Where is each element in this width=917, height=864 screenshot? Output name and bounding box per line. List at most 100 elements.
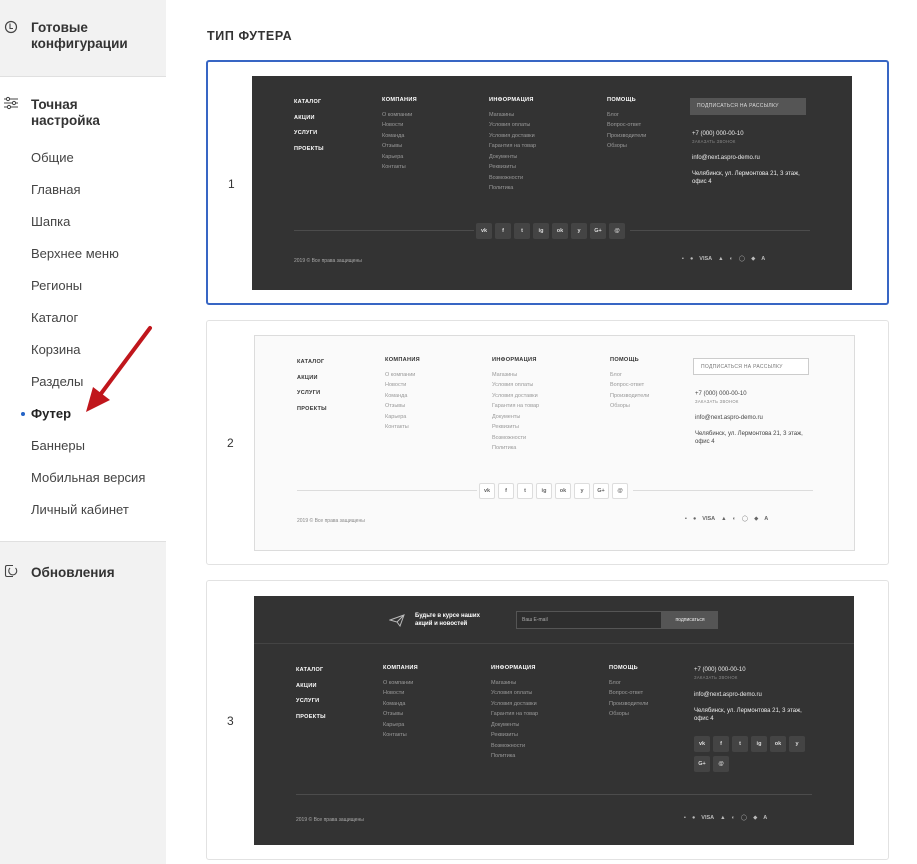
payment-icon: ◯ bbox=[740, 815, 748, 821]
preview-link: Политика bbox=[492, 445, 517, 451]
preview-callback: ЗАКАЗАТЬ ЗВОНОК bbox=[695, 399, 739, 404]
sidebar-item-cart[interactable]: Корзина bbox=[31, 342, 81, 358]
preview-link: Политика bbox=[491, 753, 516, 759]
preview-link: Возможности bbox=[491, 742, 526, 749]
preview-col-title: ИНФОРМАЦИЯ bbox=[492, 357, 537, 363]
preview-payment-icons: ▪ ● VISA ▲ ◐ ◯ ◆ A bbox=[682, 256, 765, 262]
visa-icon: VISA bbox=[702, 516, 716, 522]
preview-callback: ЗАКАЗАТЬ ЗВОНОК bbox=[692, 139, 736, 144]
payment-icon: ◯ bbox=[741, 516, 749, 522]
preview-link: Контакты bbox=[382, 164, 406, 170]
sidebar-item-regions[interactable]: Регионы bbox=[31, 278, 82, 294]
sidebar-item-catalog[interactable]: Каталог bbox=[31, 310, 78, 326]
preview-divider bbox=[296, 794, 812, 795]
preview-link: Магазины bbox=[492, 371, 518, 378]
card-number: 1 bbox=[228, 177, 235, 191]
preview-help-col: ПОМОЩЬ Блог Вопрос-ответ Производители О… bbox=[610, 355, 649, 412]
google-plus-icon: G+ bbox=[590, 223, 606, 239]
sidebar-item-header[interactable]: Шапка bbox=[31, 214, 70, 230]
preview-link: Возможности bbox=[489, 174, 524, 181]
mail-icon: @ bbox=[713, 756, 729, 772]
preview-link: Магазины bbox=[489, 111, 515, 118]
fine-tuning-label[interactable]: Точная настройка bbox=[31, 97, 141, 129]
preview-callback: ЗАКАЗАТЬ ЗВОНОК bbox=[694, 675, 738, 680]
preview-divider bbox=[294, 230, 474, 231]
preview-link: Документы bbox=[489, 153, 518, 160]
footer-type-card-1[interactable]: 1 КАТАЛОГ АКЦИИ УСЛУГИ ПРОЕКТЫ КОМПАНИЯ … bbox=[206, 60, 889, 305]
sidebar-item-mobile[interactable]: Мобильная версия bbox=[31, 470, 145, 486]
preview-address: Челябинск, ул. Лермонтова 21, 3 этаж, оф… bbox=[692, 171, 800, 185]
preview-link: Реквизиты bbox=[492, 424, 519, 430]
preview-social-icons: vk f t ig ok y G+ @ bbox=[476, 223, 625, 239]
preview-link: Вопрос-ответ bbox=[610, 382, 645, 388]
preview-link: Обзоры bbox=[610, 403, 630, 409]
payment-icon: ▪ bbox=[684, 815, 686, 821]
preview-link: УСЛУГИ bbox=[294, 130, 318, 136]
preview-link: Команда bbox=[385, 392, 408, 399]
preview-address: Челябинск, ул. Лермонтова 21, 3 этаж, оф… bbox=[694, 708, 802, 722]
payment-icon: ▪ bbox=[682, 256, 684, 262]
footer-type-card-2[interactable]: 2 КАТАЛОГ АКЦИИ УСЛУГИ ПРОЕКТЫ КОМПАНИЯ … bbox=[206, 320, 889, 565]
preview-link: Вопрос-ответ bbox=[607, 122, 642, 128]
twitter-icon: t bbox=[732, 736, 748, 752]
preview-email: info@next.aspro-demo.ru bbox=[695, 415, 763, 421]
preview-link: Условия оплаты bbox=[492, 382, 534, 388]
payment-icon: ◯ bbox=[738, 256, 746, 262]
sidebar-item-general[interactable]: Общие bbox=[31, 150, 74, 166]
preview-phone: +7 (000) 000-00-10 ЗАКАЗАТЬ ЗВОНОК bbox=[692, 130, 812, 146]
payment-icon: ● bbox=[691, 815, 696, 821]
payment-icon: ▲ bbox=[720, 815, 726, 821]
facebook-icon: f bbox=[495, 223, 511, 239]
preview-subscribe-button: подписаться bbox=[662, 611, 718, 629]
preview-link: Команда bbox=[382, 132, 405, 139]
preview-link: Условия доставки bbox=[489, 132, 535, 139]
preview-link: УСЛУГИ bbox=[297, 390, 321, 396]
sidebar-item-banners[interactable]: Баннеры bbox=[31, 438, 85, 454]
preview-link: О компании bbox=[383, 679, 414, 686]
preview-col-title: ИНФОРМАЦИЯ bbox=[489, 97, 534, 103]
sidebar-item-account[interactable]: Личный кабинет bbox=[31, 502, 129, 518]
preview-link: Обзоры bbox=[609, 711, 629, 717]
instagram-icon: ig bbox=[533, 223, 549, 239]
preview-main-links: КАТАЛОГ АКЦИИ УСЛУГИ ПРОЕКТЫ bbox=[294, 95, 324, 157]
preview-payment-icons: ▪ ● VISA ▲ ◐ ◯ ◆ A bbox=[684, 815, 767, 821]
footer-preview-3: Будьте в курсе наших акций и новостей Ва… bbox=[254, 596, 854, 845]
payment-icon: A bbox=[761, 256, 766, 262]
sidebar-item-sections[interactable]: Разделы bbox=[31, 374, 83, 390]
payment-icon: ▲ bbox=[718, 256, 724, 262]
preview-copyright: 2019 © Все права защищены bbox=[296, 817, 364, 823]
payment-icon: ◐ bbox=[731, 815, 735, 821]
google-plus-icon: G+ bbox=[593, 483, 609, 499]
preview-link: Отзывы bbox=[385, 403, 406, 409]
preview-link: О компании bbox=[385, 371, 416, 378]
preview-col-title: КОМПАНИЯ bbox=[382, 97, 417, 103]
preview-link: Обзоры bbox=[607, 143, 627, 149]
visa-icon: VISA bbox=[699, 256, 713, 262]
preview-phone-text: +7 (000) 000-00-10 bbox=[695, 391, 747, 397]
sidebar-item-top-menu[interactable]: Верхнее меню bbox=[31, 246, 119, 262]
sidebar-section-updates[interactable]: Обновления bbox=[0, 541, 166, 864]
sidebar-item-footer[interactable]: Футер bbox=[31, 406, 71, 422]
updates-label: Обновления bbox=[31, 565, 115, 580]
mail-icon: @ bbox=[612, 483, 628, 499]
payment-icon: ● bbox=[689, 256, 694, 262]
preview-divider bbox=[630, 230, 810, 231]
footer-type-card-3[interactable]: 3 Будьте в курсе наших акций и новостей … bbox=[206, 580, 889, 860]
payment-icon: A bbox=[764, 516, 769, 522]
preview-help-col: ПОМОЩЬ Блог Вопрос-ответ Производители О… bbox=[609, 663, 648, 720]
payment-icon: ◆ bbox=[751, 256, 756, 262]
preview-link: Новости bbox=[383, 690, 405, 696]
sidebar-section-ready-configs[interactable]: Готовые конфигурации bbox=[0, 0, 166, 77]
sidebar-section-fine-tuning: Точная настройка Общие Главная Шапка Вер… bbox=[0, 77, 166, 541]
preview-info-col: ИНФОРМАЦИЯ Магазины Условия оплаты Услов… bbox=[492, 355, 539, 454]
preview-link: Условия оплаты bbox=[491, 690, 533, 696]
preview-link: Условия доставки bbox=[492, 392, 538, 399]
preview-link: Реквизиты bbox=[489, 164, 516, 170]
vk-icon: vk bbox=[479, 483, 495, 499]
preview-link: Производители bbox=[609, 700, 649, 707]
payment-icon: ▪ bbox=[685, 516, 687, 522]
sidebar-item-main[interactable]: Главная bbox=[31, 182, 80, 198]
preview-link: Отзывы bbox=[383, 711, 404, 717]
footer-preview-1: КАТАЛОГ АКЦИИ УСЛУГИ ПРОЕКТЫ КОМПАНИЯ О … bbox=[252, 76, 852, 290]
preview-link: Условия оплаты bbox=[489, 122, 531, 128]
